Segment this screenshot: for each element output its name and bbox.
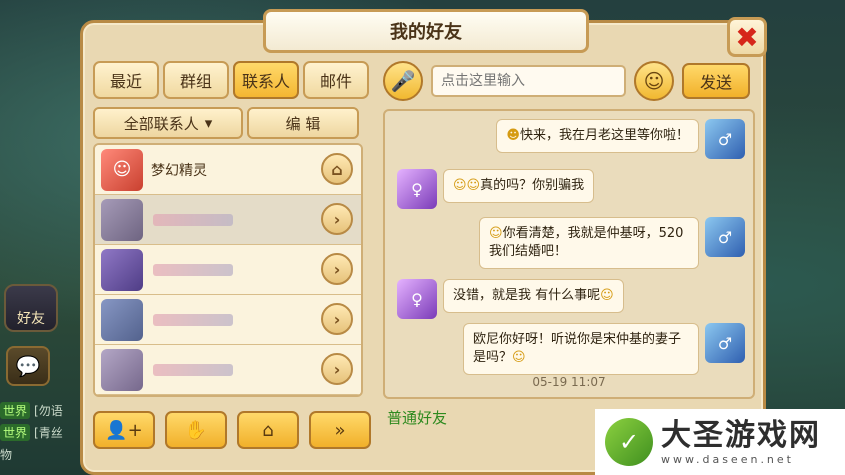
window-title-text: 我的好友 <box>390 22 462 43</box>
contacts-panel: 最近 群组 联系人 邮件 全部联系人 ▾ 编 辑 ☺ 梦幻精灵 ⌂ › › › … <box>93 61 375 466</box>
message-row: ♂ 欧尼你好呀！听说你是宋仲基的妻子是吗？☺ <box>463 323 745 375</box>
message-bubble: ☻快来，我在月老这里等你啦！ <box>496 119 699 153</box>
emoji-icon: ☻ <box>506 128 520 143</box>
chevron-right-icon[interactable]: › <box>321 253 353 285</box>
friends-window: 我的好友 ✖ 最近 群组 联系人 邮件 全部联系人 ▾ 编 辑 ☺ 梦幻精灵 ⌂ <box>80 9 767 475</box>
avatar <box>101 298 143 341</box>
message-timestamp: 05-19 11:07 <box>532 375 606 389</box>
blurred-name <box>153 363 233 376</box>
avatar: ♂ <box>705 119 745 159</box>
world-chat-line: 世界 [勿语 <box>0 402 63 419</box>
friends-hud-label: 好友 <box>17 311 45 327</box>
message-row: ♂ ☻快来，我在月老这里等你啦！ <box>496 119 745 159</box>
watermark-url: www.daseen.net <box>661 452 794 466</box>
chat-input-row: 🎤 ☺ 发送 <box>383 61 755 101</box>
chevron-right-icon[interactable]: › <box>321 353 353 385</box>
avatar: ♀ <box>397 279 437 319</box>
close-icon: ✖ <box>735 20 759 54</box>
avatar: ♀ <box>397 169 437 209</box>
tab-groups[interactable]: 群组 <box>163 61 229 99</box>
chat-hud-button[interactable]: 💬 <box>6 346 50 386</box>
message-row: ♂ ☺你看清楚，我就是仲基呀，520 我们结婚吧！ <box>479 217 745 269</box>
emoji-icon: ☺ <box>600 288 614 303</box>
hand-icon: ✋ <box>184 419 208 441</box>
all-contacts-label: 全部联系人 <box>123 114 199 133</box>
all-contacts-dropdown[interactable]: 全部联系人 ▾ <box>93 107 243 139</box>
bottom-toolbar: 👤+ ✋ ⌂ » <box>93 411 375 449</box>
avatar: ♂ <box>705 323 745 363</box>
avatar <box>101 348 143 391</box>
friends-hud-button[interactable]: 好友 <box>4 284 58 332</box>
watermark-title: 大圣游戏网 <box>661 417 821 453</box>
blurred-name <box>153 213 233 226</box>
double-chevron-right-icon: » <box>334 419 346 441</box>
watermark-logo-icon: ✓ <box>605 418 653 466</box>
site-watermark: ✓ 大圣游戏网 www.daseen.net <box>595 409 845 475</box>
edit-label: 编 辑 <box>285 114 321 133</box>
world-message: [青丝 <box>34 426 63 440</box>
chevron-down-icon: ▾ <box>204 114 213 132</box>
emoji-icon: ☺☺ <box>453 178 481 193</box>
emoji-icon: ☺ <box>489 226 503 241</box>
hud-bottom-text: 物 <box>0 448 13 462</box>
message-bubble: 没错，就是我 有什么事呢☺ <box>443 279 624 313</box>
avatar: ☺ <box>101 148 143 191</box>
world-chat-line: 世界 [青丝 <box>0 424 63 441</box>
more-button[interactable]: » <box>309 411 371 449</box>
home-icon: ⌂ <box>262 419 274 441</box>
emoji-button[interactable]: ☺ <box>634 61 674 101</box>
chat-panel: 🎤 ☺ 发送 ♂ ☻快来，我在月老这里等你啦！ ♀ ☺☺真的吗？你别骗我 ♂ <box>383 61 755 466</box>
hand-button[interactable]: ✋ <box>165 411 227 449</box>
avatar <box>101 198 143 241</box>
contact-list: ☺ 梦幻精灵 ⌂ › › › › <box>93 143 363 397</box>
chat-input[interactable] <box>431 65 626 97</box>
tab-recent[interactable]: 最近 <box>93 61 159 99</box>
microphone-button[interactable]: 🎤 <box>383 61 423 101</box>
contact-item[interactable]: › <box>95 345 361 395</box>
contact-item[interactable]: › <box>95 295 361 345</box>
message-bubble: ☺☺真的吗？你别骗我 <box>443 169 595 203</box>
tab-contacts[interactable]: 联系人 <box>233 61 299 99</box>
contact-item[interactable]: › <box>95 245 361 295</box>
message-row: ♀ ☺☺真的吗？你别骗我 <box>397 169 595 209</box>
message-row: ♀ 没错，就是我 有什么事呢☺ <box>397 279 624 319</box>
home-button[interactable]: ⌂ <box>237 411 299 449</box>
message-bubble: ☺你看清楚，我就是仲基呀，520 我们结婚吧！ <box>479 217 699 269</box>
contact-name: 梦幻精灵 <box>151 162 207 179</box>
chat-bubble-icon: 💬 <box>15 354 41 378</box>
emoji-icon: ☺ <box>512 350 526 365</box>
blurred-name <box>153 263 233 276</box>
home-icon[interactable]: ⌂ <box>321 153 353 185</box>
send-label: 发送 <box>699 73 732 92</box>
edit-button[interactable]: 编 辑 <box>247 107 359 139</box>
chevron-right-icon[interactable]: › <box>321 203 353 235</box>
microphone-icon: 🎤 <box>390 69 416 93</box>
left-hud: 好友 💬 世界 [勿语 世界 [青丝 物 <box>0 280 80 475</box>
contact-item[interactable]: › <box>95 195 361 245</box>
add-friend-button[interactable]: 👤+ <box>93 411 155 449</box>
chevron-right-icon[interactable]: › <box>321 303 353 335</box>
blurred-name <box>153 313 233 326</box>
tab-bar: 最近 群组 联系人 邮件 <box>93 61 375 99</box>
add-friend-icon: 👤+ <box>105 419 143 441</box>
send-button[interactable]: 发送 <box>682 63 750 99</box>
avatar <box>101 248 143 291</box>
smile-icon: ☺ <box>643 69 665 93</box>
close-button[interactable]: ✖ <box>727 17 767 57</box>
avatar: ♂ <box>705 217 745 257</box>
contact-item[interactable]: ☺ 梦幻精灵 ⌂ <box>95 145 361 195</box>
window-title: 我的好友 <box>263 9 589 53</box>
message-bubble: 欧尼你好呀！听说你是宋仲基的妻子是吗？☺ <box>463 323 699 375</box>
world-tag: 世界 <box>0 402 31 419</box>
chat-history: ♂ ☻快来，我在月老这里等你啦！ ♀ ☺☺真的吗？你别骗我 ♂ ☺你看清楚，我就… <box>383 109 755 399</box>
world-message: [勿语 <box>34 404 63 418</box>
tab-mail[interactable]: 邮件 <box>303 61 369 99</box>
world-tag: 世界 <box>0 424 31 441</box>
filter-row: 全部联系人 ▾ 编 辑 <box>93 107 375 139</box>
